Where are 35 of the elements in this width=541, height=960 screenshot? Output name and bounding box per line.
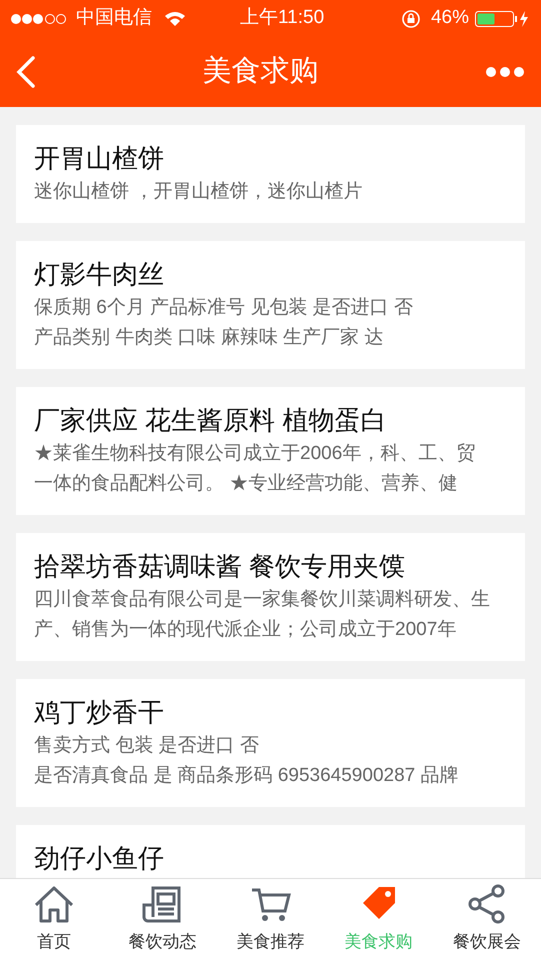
product-title: 拾翠坊香菇调味酱 餐饮专用夹馍 <box>34 550 406 583</box>
product-card[interactable]: 开胃山楂饼 迷你山楂饼 ，开胃山楂饼，迷你山楂片 <box>16 125 525 223</box>
more-icon[interactable] <box>485 66 525 78</box>
product-card[interactable]: 鸡丁炒香干 售卖方式 包装 是否进口 否 是否清真食品 是 商品条形码 6953645900287 品牌 <box>16 679 525 807</box>
product-title: 厂家供应 花生酱原料 植物蛋白 <box>34 404 388 437</box>
product-description: 保质期 6个月 产品标准号 见包装 是否进口 否 <box>34 296 414 320</box>
product-description: 一体的食品配料公司。 ★专业经营功能、营养、健 <box>34 472 458 496</box>
tab-item[interactable]: 美食推荐 <box>216 879 325 960</box>
signal-icon <box>10 12 68 24</box>
product-description: 产、销售为一体的现代派企业；公司成立于2007年 <box>34 618 458 642</box>
product-description: 迷你山楂饼 ，开胃山楂饼，迷你山楂片 <box>34 180 364 204</box>
clock-time: 上午11:50 <box>240 6 324 30</box>
page-title: 美食求购 <box>202 54 318 90</box>
product-card[interactable]: 灯影牛肉丝 保质期 6个月 产品标准号 见包装 是否进口 否 产品类别 牛肉类 口味 麻辣味 生产厂家 达 <box>16 241 525 369</box>
battery-icon <box>475 10 531 26</box>
rotation-lock-icon <box>400 8 421 28</box>
product-title: 劲仔小鱼仔 <box>34 842 165 875</box>
product-description: 是否清真食品 是 商品条形码 6953645900287 品牌 <box>34 764 460 788</box>
product-title: 鸡丁炒香干 <box>34 696 165 729</box>
tab-item[interactable]: 餐饮动态 <box>108 879 216 960</box>
product-description: 四川食萃食品有限公司是一家集餐饮川菜调料研发、生 <box>34 588 491 612</box>
product-card[interactable]: 厂家供应 花生酱原料 植物蛋白 ★莱雀生物科技有限公司成立于2006年，科、工、贸 一体的食品配料公司。 ★专业经营功能、营养、健 <box>16 387 525 515</box>
product-description: 产品类别 牛肉类 口味 麻辣味 生产厂家 达 <box>34 326 384 350</box>
tab-item[interactable]: 首页 <box>0 879 108 960</box>
tab-item[interactable]: 餐饮展会 <box>432 879 541 960</box>
product-title: 开胃山楂饼 <box>34 142 165 175</box>
product-description: ★莱雀生物科技有限公司成立于2006年，科、工、贸 <box>34 442 476 466</box>
back-icon[interactable] <box>16 56 36 88</box>
product-description: 售卖方式 包装 是否进口 否 <box>34 734 260 758</box>
carrier-name: 中国电信 <box>76 6 152 30</box>
product-title: 灯影牛肉丝 <box>34 258 165 291</box>
product-card[interactable]: 拾翠坊香菇调味酱 餐饮专用夹馍 四川食萃食品有限公司是一家集餐饮川菜调料研发、生 产、销售为一体的现代派企业；公司成立于2007年 <box>16 533 525 661</box>
product-card[interactable]: 劲仔小鱼仔 <box>16 825 525 878</box>
wifi-icon <box>164 10 186 26</box>
battery-percent: 46% <box>430 6 469 30</box>
